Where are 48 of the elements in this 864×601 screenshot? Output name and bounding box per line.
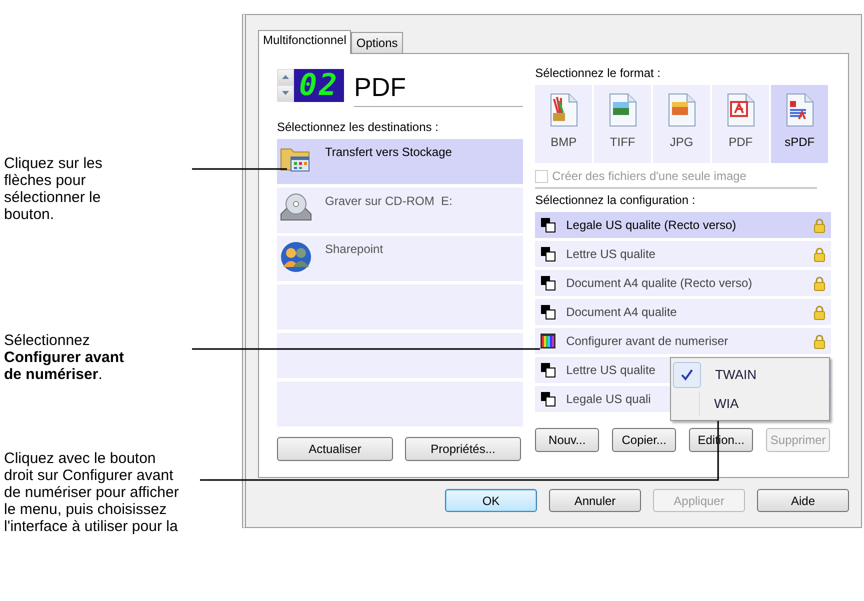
dialog-button[interactable]: Aide (757, 489, 849, 512)
tab[interactable]: Multifonctionnel (258, 30, 352, 54)
dialog-button[interactable]: OK (445, 489, 537, 512)
up-arrow-icon (282, 75, 289, 79)
instruction-text: Cliquez avec le bouton droit sur Configurer avant de numériser pour afficher le menu, puis choisissez l'interface à utiliser pour la (4, 450, 180, 535)
configuration-item[interactable]: Configurer avant de numeriser (535, 328, 832, 354)
menu-item[interactable]: TWAIN (673, 360, 828, 389)
format-option[interactable]: TIFF (594, 85, 652, 163)
dialog-button[interactable]: Nouv... (535, 428, 600, 452)
color-bars-icon (540, 333, 556, 349)
documents-icon (540, 362, 556, 378)
format-option[interactable]: sPDF (771, 85, 828, 163)
people-icon (279, 240, 313, 272)
section-label: Sélectionnez la configuration : (535, 193, 696, 207)
section-label: Sélectionnez les destinations : (277, 120, 440, 134)
documents-icon (540, 217, 556, 233)
button-name: PDF (354, 68, 524, 107)
documents-icon (540, 304, 556, 320)
number-display: 02 (294, 68, 344, 102)
section-label: Sélectionnez le format : (535, 66, 662, 80)
destination-item[interactable]: Transfert vers Stockage (277, 139, 524, 184)
disc-drive-icon (279, 192, 313, 224)
configuration-item[interactable]: Document A4 qualite (535, 299, 832, 325)
documents-icon (540, 275, 556, 291)
file-icon (608, 93, 638, 127)
spin-buttons[interactable] (277, 68, 294, 102)
format-option[interactable]: JPG (653, 85, 710, 163)
documents-icon (540, 246, 556, 262)
check-icon (681, 368, 694, 380)
configuration-item[interactable]: Document A4 qualite (Recto verso) (535, 270, 832, 296)
configuration-item[interactable]: Legale US qualite (Recto verso) (535, 212, 832, 238)
format-option[interactable]: BMP (535, 85, 592, 163)
menu-item[interactable]: WIA (673, 389, 828, 418)
configuration-item[interactable]: Lettre US qualite (535, 241, 832, 267)
format-option[interactable]: PDF (712, 85, 770, 163)
documents-icon (540, 391, 556, 407)
file-icon (548, 93, 579, 127)
instruction-text: Cliquez sur les flèches pour sélectionner le bouton. (4, 155, 104, 223)
dialog-button[interactable]: Copier... (612, 428, 676, 452)
file-icon (726, 93, 756, 127)
instruction-text: Sélectionnez Configurer avant de numériser. (4, 332, 126, 383)
file-icon (784, 93, 815, 127)
dialog-button[interactable]: Actualiser (277, 437, 393, 461)
down-arrow-icon (282, 91, 289, 95)
file-icon (666, 93, 697, 127)
dialog-button[interactable]: Propriétés... (405, 437, 521, 461)
tab[interactable]: Options (351, 32, 403, 53)
dialog-button[interactable]: Annuler (549, 489, 641, 512)
